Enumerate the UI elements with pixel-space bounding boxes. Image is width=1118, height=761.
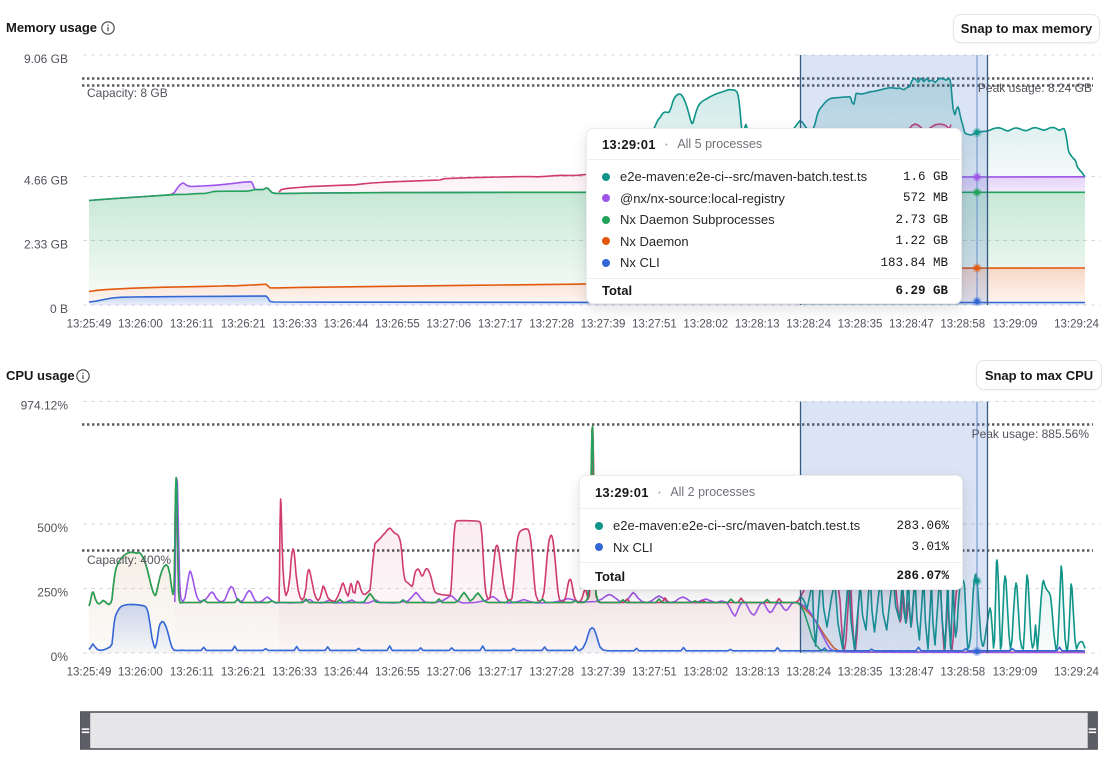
svg-text:13:28:47: 13:28:47 xyxy=(889,667,934,679)
svg-text:13:27:51: 13:27:51 xyxy=(632,319,677,331)
svg-text:13:28:24: 13:28:24 xyxy=(786,667,831,679)
svg-text:13:26:21: 13:26:21 xyxy=(221,319,266,331)
svg-text:250%: 250% xyxy=(37,586,68,600)
svg-text:13:27:28: 13:27:28 xyxy=(529,667,574,679)
svg-text:13:28:35: 13:28:35 xyxy=(838,319,883,331)
svg-text:13:27:39: 13:27:39 xyxy=(581,667,626,679)
svg-text:13:27:28: 13:27:28 xyxy=(529,319,574,331)
svg-text:13:26:33: 13:26:33 xyxy=(272,319,317,331)
svg-text:13:28:35: 13:28:35 xyxy=(838,667,883,679)
svg-text:13:26:55: 13:26:55 xyxy=(375,319,420,331)
svg-text:9.06 GB: 9.06 GB xyxy=(24,52,68,66)
svg-text:13:26:11: 13:26:11 xyxy=(170,319,214,331)
svg-text:13:27:06: 13:27:06 xyxy=(426,319,471,331)
svg-text:4.66 GB: 4.66 GB xyxy=(24,174,68,188)
svg-text:Capacity: 400%: Capacity: 400% xyxy=(87,553,171,567)
svg-text:13:27:17: 13:27:17 xyxy=(478,319,523,331)
svg-text:13:26:44: 13:26:44 xyxy=(324,667,369,679)
svg-text:13:28:58: 13:28:58 xyxy=(940,667,985,679)
svg-text:0%: 0% xyxy=(51,650,69,664)
svg-text:0 B: 0 B xyxy=(50,302,68,316)
svg-text:Capacity: 8 GB: Capacity: 8 GB xyxy=(87,86,168,100)
svg-text:13:27:39: 13:27:39 xyxy=(581,319,626,331)
svg-text:2.33 GB: 2.33 GB xyxy=(24,238,68,252)
svg-text:13:29:24: 13:29:24 xyxy=(1054,319,1099,331)
svg-text:13:26:11: 13:26:11 xyxy=(170,667,214,679)
svg-text:13:25:49: 13:25:49 xyxy=(67,319,112,331)
svg-text:Peak usage: 8.24 GB: Peak usage: 8.24 GB xyxy=(978,81,1092,95)
svg-text:Peak usage: 885.56%: Peak usage: 885.56% xyxy=(972,427,1090,441)
svg-text:13:26:00: 13:26:00 xyxy=(118,667,163,679)
svg-text:13:28:58: 13:28:58 xyxy=(940,319,985,331)
svg-text:13:28:47: 13:28:47 xyxy=(889,319,934,331)
svg-text:13:28:24: 13:28:24 xyxy=(786,319,831,331)
svg-text:13:25:49: 13:25:49 xyxy=(67,667,112,679)
svg-text:500%: 500% xyxy=(37,521,68,535)
svg-text:13:29:09: 13:29:09 xyxy=(993,319,1038,331)
svg-text:13:28:02: 13:28:02 xyxy=(683,667,728,679)
svg-text:974.12%: 974.12% xyxy=(21,399,69,413)
svg-text:13:28:13: 13:28:13 xyxy=(735,667,780,679)
svg-text:13:26:00: 13:26:00 xyxy=(118,319,163,331)
svg-text:13:26:55: 13:26:55 xyxy=(375,667,420,679)
svg-text:13:26:44: 13:26:44 xyxy=(324,319,369,331)
svg-text:13:29:24: 13:29:24 xyxy=(1054,667,1099,679)
svg-text:13:27:17: 13:27:17 xyxy=(478,667,523,679)
svg-text:13:26:21: 13:26:21 xyxy=(221,667,266,679)
svg-text:13:28:02: 13:28:02 xyxy=(683,319,728,331)
svg-text:13:27:06: 13:27:06 xyxy=(426,667,471,679)
svg-text:13:29:09: 13:29:09 xyxy=(993,667,1038,679)
svg-text:13:26:33: 13:26:33 xyxy=(272,667,317,679)
svg-text:13:28:13: 13:28:13 xyxy=(735,319,780,331)
svg-text:13:27:51: 13:27:51 xyxy=(632,667,677,679)
